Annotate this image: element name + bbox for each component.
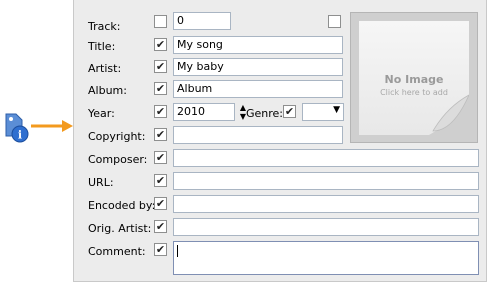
text-caret xyxy=(177,245,178,257)
url-label: URL: xyxy=(88,176,114,189)
genre-label: Genre: xyxy=(246,107,284,120)
album-art-page: No Image Click here to add xyxy=(359,21,469,135)
page-curl-icon xyxy=(429,94,469,135)
album-field[interactable]: Album xyxy=(173,80,343,98)
copyright-checkbox[interactable]: ✔ xyxy=(154,128,167,141)
copyright-field[interactable] xyxy=(173,126,343,144)
title-checkbox[interactable]: ✔ xyxy=(154,38,167,51)
track-label: Track: xyxy=(88,20,121,33)
artist-label: Artist: xyxy=(88,62,122,75)
orig-artist-label: Orig. Artist: xyxy=(88,222,152,235)
album-art-placeholder[interactable]: No Image Click here to add xyxy=(350,12,478,143)
cover-checkbox[interactable]: ✔ xyxy=(328,15,341,28)
svg-text:i: i xyxy=(18,129,22,142)
tag-info-icon: i xyxy=(5,113,29,143)
genre-dropdown[interactable]: ▼ xyxy=(302,103,344,121)
callout-arrow xyxy=(31,120,73,132)
copyright-label: Copyright: xyxy=(88,130,146,143)
year-checkbox[interactable]: ✔ xyxy=(154,105,167,118)
title-field[interactable]: My song xyxy=(173,36,343,54)
no-image-text: No Image xyxy=(384,73,444,86)
comment-label: Comment: xyxy=(88,245,146,258)
chevron-down-icon: ▼ xyxy=(333,105,340,115)
title-label: Title: xyxy=(88,40,116,53)
track-checkbox[interactable]: ✔ xyxy=(154,15,167,28)
encoded-by-label: Encoded by: xyxy=(88,199,156,212)
comment-checkbox[interactable]: ✔ xyxy=(154,243,167,256)
url-checkbox[interactable]: ✔ xyxy=(154,174,167,187)
genre-checkbox[interactable]: ✔ xyxy=(283,105,296,118)
album-label: Album: xyxy=(88,84,127,97)
composer-field[interactable] xyxy=(173,149,479,167)
orig-artist-checkbox[interactable]: ✔ xyxy=(154,220,167,233)
orig-artist-field[interactable] xyxy=(173,218,479,236)
encoded-by-field[interactable] xyxy=(173,195,479,213)
comment-field[interactable] xyxy=(173,241,479,275)
artist-field[interactable]: My baby xyxy=(173,58,343,76)
track-field[interactable]: 0 xyxy=(173,12,231,30)
composer-label: Composer: xyxy=(88,153,148,166)
album-checkbox[interactable]: ✔ xyxy=(154,82,167,95)
url-field[interactable] xyxy=(173,172,479,190)
tag-editor-panel: Track: ✔ 0 ✔ Title: ✔ My song Artist: ✔ … xyxy=(73,0,487,282)
composer-checkbox[interactable]: ✔ xyxy=(154,151,167,164)
artist-checkbox[interactable]: ✔ xyxy=(154,60,167,73)
year-field[interactable]: 2010 xyxy=(173,103,235,121)
encoded-by-checkbox[interactable]: ✔ xyxy=(154,197,167,210)
year-label: Year: xyxy=(88,107,115,120)
